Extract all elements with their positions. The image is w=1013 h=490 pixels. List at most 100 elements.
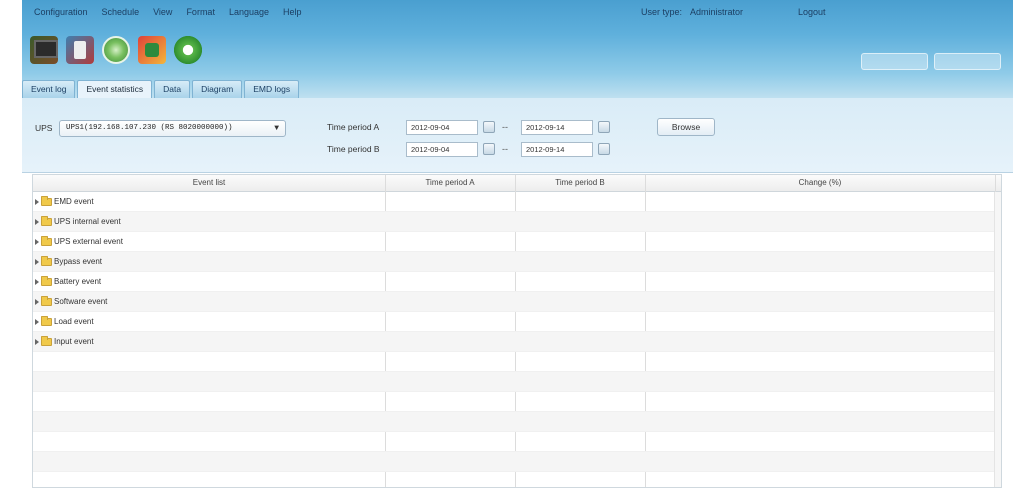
expand-arrow-icon[interactable] xyxy=(35,338,39,345)
event-category-label: UPS internal event xyxy=(54,217,121,226)
tree-node[interactable]: UPS external event xyxy=(33,235,123,246)
header-band: Configuration Schedule View Format Langu… xyxy=(22,0,1013,98)
calendar-icon[interactable] xyxy=(483,121,495,133)
event-category-label: Load event xyxy=(54,317,94,326)
range-separator: -- xyxy=(502,144,508,154)
column-time-period-b[interactable]: Time period B xyxy=(515,178,645,187)
tab-event-statistics[interactable]: Event statistics xyxy=(77,80,153,98)
tree-node[interactable]: Software event xyxy=(33,295,108,306)
folder-icon xyxy=(41,275,52,286)
event-category-label: Battery event xyxy=(54,277,102,286)
chevron-down-icon: ▼ xyxy=(274,124,279,133)
calendar-icon[interactable] xyxy=(598,121,610,133)
folder-icon xyxy=(41,255,52,266)
ups-config-icon[interactable] xyxy=(66,36,94,64)
table-row[interactable]: Battery event xyxy=(33,272,1001,292)
expand-arrow-icon[interactable] xyxy=(35,298,39,305)
event-category-label: Bypass event xyxy=(54,257,103,266)
battery-icon[interactable] xyxy=(138,36,166,64)
folder-icon xyxy=(41,195,52,206)
period-b-from-input[interactable]: 2012-09-04 xyxy=(406,142,478,157)
table-row xyxy=(33,392,1001,412)
period-b-label: Time period B xyxy=(327,144,380,154)
range-separator: -- xyxy=(502,122,508,132)
calendar-icon[interactable] xyxy=(598,143,610,155)
ups-monitor-icon[interactable] xyxy=(30,36,58,64)
refresh-icon[interactable] xyxy=(174,36,202,64)
expand-arrow-icon[interactable] xyxy=(35,218,39,225)
table-row xyxy=(33,452,1001,472)
event-category-label: Input event xyxy=(54,337,94,346)
period-a-to-input[interactable]: 2012-09-14 xyxy=(521,120,593,135)
tree-node[interactable]: Battery event xyxy=(33,275,102,286)
user-type-value: Administrator xyxy=(690,7,744,17)
menu-language[interactable]: Language xyxy=(229,7,269,21)
tab-emd-logs[interactable]: EMD logs xyxy=(244,80,300,98)
menu-format[interactable]: Format xyxy=(186,7,215,21)
table-row[interactable]: Software event xyxy=(33,292,1001,312)
tree-node[interactable]: EMD event xyxy=(33,195,94,206)
period-a-label: Time period A xyxy=(327,122,380,132)
menu-help[interactable]: Help xyxy=(283,7,302,21)
menu-bar: Configuration Schedule View Format Langu… xyxy=(34,7,302,21)
header-button-2[interactable] xyxy=(934,53,1001,70)
table-row xyxy=(33,352,1001,372)
expand-arrow-icon[interactable] xyxy=(35,238,39,245)
folder-icon xyxy=(41,335,52,346)
tree-node[interactable]: Bypass event xyxy=(33,255,103,266)
expand-arrow-icon[interactable] xyxy=(35,198,39,205)
tab-strip: Event log Event statistics Data Diagram … xyxy=(22,80,301,98)
folder-icon xyxy=(41,235,52,246)
folder-icon xyxy=(41,295,52,306)
event-category-label: EMD event xyxy=(54,197,94,206)
header-button-1[interactable] xyxy=(861,53,928,70)
status-icon[interactable] xyxy=(102,36,130,64)
expand-arrow-icon[interactable] xyxy=(35,278,39,285)
event-statistics-grid: Event list Time period A Time period B C… xyxy=(32,174,1002,488)
tab-event-log[interactable]: Event log xyxy=(22,80,76,98)
table-row xyxy=(33,432,1001,452)
header-buttons xyxy=(861,53,1001,70)
table-row[interactable]: UPS external event xyxy=(33,232,1001,252)
menu-view[interactable]: View xyxy=(153,7,172,21)
table-row[interactable]: Bypass event xyxy=(33,252,1001,272)
expand-arrow-icon[interactable] xyxy=(35,258,39,265)
column-time-period-a[interactable]: Time period A xyxy=(385,178,515,187)
vertical-scrollbar[interactable] xyxy=(994,192,1001,487)
event-category-label: UPS external event xyxy=(54,237,123,246)
filter-panel: UPS UPS1(192.168.107.230 (RS 8020000000)… xyxy=(22,98,1013,173)
table-row[interactable]: EMD event xyxy=(33,192,1001,212)
event-category-label: Software event xyxy=(54,297,108,306)
grid-header: Event list Time period A Time period B C… xyxy=(33,175,1001,192)
app-window: Configuration Schedule View Format Langu… xyxy=(0,0,1013,490)
calendar-icon[interactable] xyxy=(483,143,495,155)
column-change[interactable]: Change (%) xyxy=(645,178,995,187)
ups-select[interactable]: UPS1(192.168.107.230 (RS 8020000000)) ▼ xyxy=(59,120,286,137)
user-info: User type: Administrator xyxy=(641,7,743,17)
menu-configuration[interactable]: Configuration xyxy=(34,7,88,21)
expand-arrow-icon[interactable] xyxy=(35,318,39,325)
table-row[interactable]: UPS internal event xyxy=(33,212,1001,232)
table-row xyxy=(33,412,1001,432)
table-row[interactable]: Input event xyxy=(33,332,1001,352)
tree-node[interactable]: Input event xyxy=(33,335,94,346)
table-row xyxy=(33,372,1001,392)
tab-diagram[interactable]: Diagram xyxy=(192,80,243,98)
toolbar xyxy=(30,36,202,64)
logout-link[interactable]: Logout xyxy=(798,7,826,17)
user-type-label: User type: xyxy=(641,7,683,17)
tab-data[interactable]: Data xyxy=(154,80,191,98)
period-b-to-input[interactable]: 2012-09-14 xyxy=(521,142,593,157)
tree-node[interactable]: UPS internal event xyxy=(33,215,121,226)
menu-schedule[interactable]: Schedule xyxy=(102,7,140,21)
column-event-list[interactable]: Event list xyxy=(33,178,385,187)
folder-icon xyxy=(41,315,52,326)
folder-icon xyxy=(41,215,52,226)
tree-node[interactable]: Load event xyxy=(33,315,94,326)
browse-button[interactable]: Browse xyxy=(657,118,715,136)
period-a-from-input[interactable]: 2012-09-04 xyxy=(406,120,478,135)
ups-label: UPS xyxy=(35,123,53,133)
table-row[interactable]: Load event xyxy=(33,312,1001,332)
ups-select-value: UPS1(192.168.107.230 (RS 8020000000)) xyxy=(66,124,233,132)
table-row xyxy=(33,472,1001,487)
